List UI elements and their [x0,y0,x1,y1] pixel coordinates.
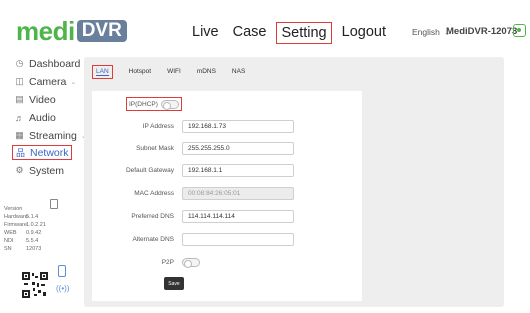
nav-case[interactable]: Case [229,22,271,44]
ip-address-input[interactable] [182,119,294,133]
phone-icon [58,265,66,277]
mask-row: Subnet Mask [92,141,362,155]
network-tabs: LAN Hotspot WIFI mDNS NAS [92,65,261,79]
chevron-down-icon: ⌄ [70,78,77,86]
preferred-dns-input[interactable] [182,209,294,223]
sidebar-item-dashboard[interactable]: ◷ Dashboard [14,56,81,71]
info-row: Version [4,206,23,212]
sidebar-item-network[interactable]: 品 Network [12,145,72,160]
dashboard-icon: ◷ [15,58,24,68]
sidebar-item-audio[interactable]: ♬ Audio [14,110,56,125]
header: medi DVR Live Case Setting Logout Englis… [0,0,530,60]
alternate-dns-input[interactable] [182,232,294,246]
lan-form: IP(DHCP) IP Address Subnet Mask Default … [92,91,362,301]
ip-label: IP Address [142,122,174,130]
sidebar-item-label: Dashboard [29,57,81,70]
sidebar-item-label: System [29,164,65,177]
sidebar-item-streaming[interactable]: ▦ Streaming ⌄ [14,128,87,143]
dns1-row: Preferred DNS [92,209,362,223]
info-row: WEB 0.9.42 [4,230,42,236]
tab-lan[interactable]: LAN [92,65,113,79]
streaming-icon: ▦ [15,130,24,140]
dhcp-row: IP(DHCP) [126,97,182,111]
sidebar-item-label: Audio [29,111,56,124]
dns1-label: Preferred DNS [131,212,174,220]
device-status-icon [513,24,526,37]
network-icon: 品 [15,148,25,158]
p2p-toggle[interactable] [182,257,200,268]
save-button[interactable]: Save [164,277,184,290]
main-panel: LAN Hotspot WIFI mDNS NAS IP(DHCP) IP Ad… [84,57,504,307]
default-gateway-input[interactable] [182,163,294,177]
device-name: MediDVR-12073 [446,26,518,37]
video-icon: ▤ [15,94,24,104]
sidebar-item-camera[interactable]: ◫ Camera ⌄ [14,74,76,89]
sidebar-item-label: Video [29,93,56,106]
dhcp-toggle[interactable] [160,99,179,110]
info-row: SN 12073 [4,246,42,252]
logo-medi: medi [16,16,75,46]
dns2-label: Alternate DNS [132,235,174,243]
nav-logout[interactable]: Logout [338,22,390,44]
tab-wifi[interactable]: WIFI [167,66,181,78]
p2p-row: P2P [92,255,362,269]
gateway-row: Default Gateway [92,163,362,177]
ip-row: IP Address [92,119,362,133]
dns2-row: Alternate DNS [92,232,362,246]
language-select[interactable]: English ⌄ [412,27,451,37]
sidebar-item-video[interactable]: ▤ Video [14,92,56,107]
dhcp-label: IP(DHCP) [129,100,158,108]
wifi-icon: ((•)) [56,284,70,293]
sidebar-item-system[interactable]: ⚙ System [14,163,64,178]
top-nav: Live Case Setting Logout [188,22,396,44]
mac-label: MAC Address [134,189,174,197]
p2p-label: P2P [161,258,174,266]
version-info: Version Hardware 5.1.4 Firmware 1.0.2.21 W… [4,205,74,253]
info-row: Hardware 5.1.4 [4,214,39,220]
subnet-mask-input[interactable] [182,141,294,155]
tab-mdns[interactable]: mDNS [197,66,216,78]
camera-icon: ◫ [15,76,24,86]
nav-live[interactable]: Live [188,22,223,44]
system-icon: ⚙ [15,165,24,175]
mac-address-input [182,186,294,200]
sidebar-item-label: Network [30,146,69,159]
qr-code-icon [22,272,48,298]
sidebar-item-label: Streaming [29,129,77,142]
audio-icon: ♬ [15,112,24,123]
info-row: NDI 5.5.4 [4,238,39,244]
logo-dvr: DVR [76,20,127,42]
language-label: English [412,27,440,37]
info-row: Firmware 1.0.2.21 [4,222,46,228]
mask-label: Subnet Mask [136,144,174,152]
gateway-label: Default Gateway [125,166,174,174]
nav-setting[interactable]: Setting [276,22,332,44]
tab-nas[interactable]: NAS [232,66,245,78]
tab-hotspot[interactable]: Hotspot [129,66,151,78]
logo: medi DVR [16,18,127,44]
mac-row: MAC Address [92,186,362,200]
sidebar-item-label: Camera [29,75,67,88]
